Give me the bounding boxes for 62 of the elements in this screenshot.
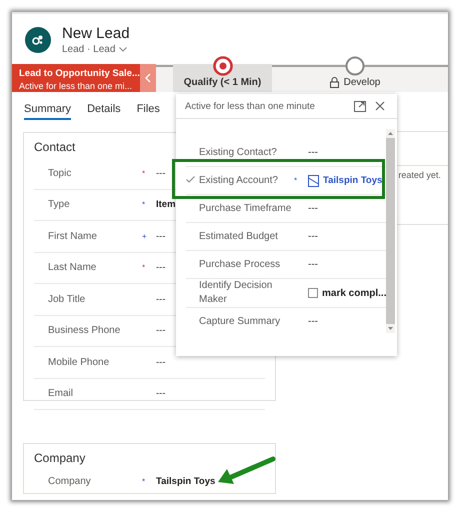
checkbox-label[interactable]: mark compl... <box>322 288 386 298</box>
step-label: Capture Summary <box>199 314 282 328</box>
field-label: Mobile Phone <box>47 356 110 368</box>
process-stage[interactable]: Qualify (< 1 Min) <box>173 55 272 92</box>
field-value[interactable]: --- <box>156 388 166 400</box>
requirement-marker: * <box>142 200 146 210</box>
process-name-banner[interactable]: Lead to Opportunity Sale... Active for less than one mi... <box>12 64 140 92</box>
field-value[interactable]: Item <box>156 199 176 210</box>
collapse-button[interactable] <box>140 64 156 92</box>
field-label: Company <box>47 476 92 486</box>
pointer-arrow <box>215 454 277 486</box>
step-label: Estimated Budget <box>199 230 279 244</box>
lead-avatar-icon <box>25 27 51 53</box>
field-label: Last Name <box>47 262 98 274</box>
field-label: Business Phone <box>47 325 122 336</box>
requirement-marker: * <box>142 168 146 178</box>
field-value[interactable]: --- <box>156 325 166 336</box>
panel-text: reated yet. <box>398 170 441 180</box>
scrollbar[interactable] <box>386 129 396 333</box>
chevron-left-icon <box>145 73 151 83</box>
flyout-title: Active for less than one minute <box>185 100 316 112</box>
form-tab[interactable]: Files <box>136 103 160 120</box>
account-icon <box>308 174 319 186</box>
requirement-marker: * <box>294 176 298 185</box>
field-value[interactable]: --- <box>156 230 166 242</box>
step-value[interactable]: --- <box>308 316 318 327</box>
form-selector[interactable]: Lead · Lead <box>62 44 116 55</box>
step-value[interactable]: --- <box>308 147 318 158</box>
field-label: Job Title <box>47 294 86 305</box>
field-value[interactable]: --- <box>156 356 166 368</box>
form-tab[interactable]: Details <box>87 103 121 120</box>
process-stage[interactable]: Develop <box>300 55 410 92</box>
section-title: Company <box>34 450 86 467</box>
requirement-marker: * <box>142 476 146 486</box>
field-label: Topic <box>47 168 72 179</box>
step-label: Purchase Process <box>199 258 282 272</box>
step-label: Existing Contact? <box>199 146 278 160</box>
step-label: Purchase Timeframe <box>199 202 292 216</box>
requirement-marker: * <box>142 263 146 272</box>
field-value[interactable]: --- <box>156 294 166 305</box>
pop-out-icon[interactable] <box>354 100 366 112</box>
step-value[interactable]: --- <box>308 231 318 242</box>
form-tab[interactable]: Summary <box>24 103 72 120</box>
chevron-down-icon[interactable] <box>119 47 128 52</box>
field-label: Type <box>47 199 71 210</box>
field-value[interactable]: --- <box>156 168 166 179</box>
requirement-marker: + <box>142 232 147 241</box>
step-value[interactable]: --- <box>308 203 318 214</box>
close-icon[interactable] <box>375 101 385 111</box>
field-value[interactable]: Tailspin Toys <box>156 476 216 486</box>
step-label: Existing Account? <box>199 174 279 188</box>
step-label: Identify Decision Maker <box>199 279 274 307</box>
field-value[interactable]: --- <box>156 262 166 274</box>
field-label: Email <box>47 388 74 400</box>
checkbox[interactable] <box>308 288 318 298</box>
field-label: First Name <box>47 230 98 242</box>
scroll-down-icon[interactable] <box>388 327 394 330</box>
record-title: New Lead <box>62 25 130 42</box>
account-link[interactable]: Tailspin Toys <box>323 175 382 186</box>
step-value[interactable]: --- <box>308 259 318 270</box>
section-title: Contact <box>34 139 76 156</box>
scroll-up-icon[interactable] <box>388 132 394 135</box>
